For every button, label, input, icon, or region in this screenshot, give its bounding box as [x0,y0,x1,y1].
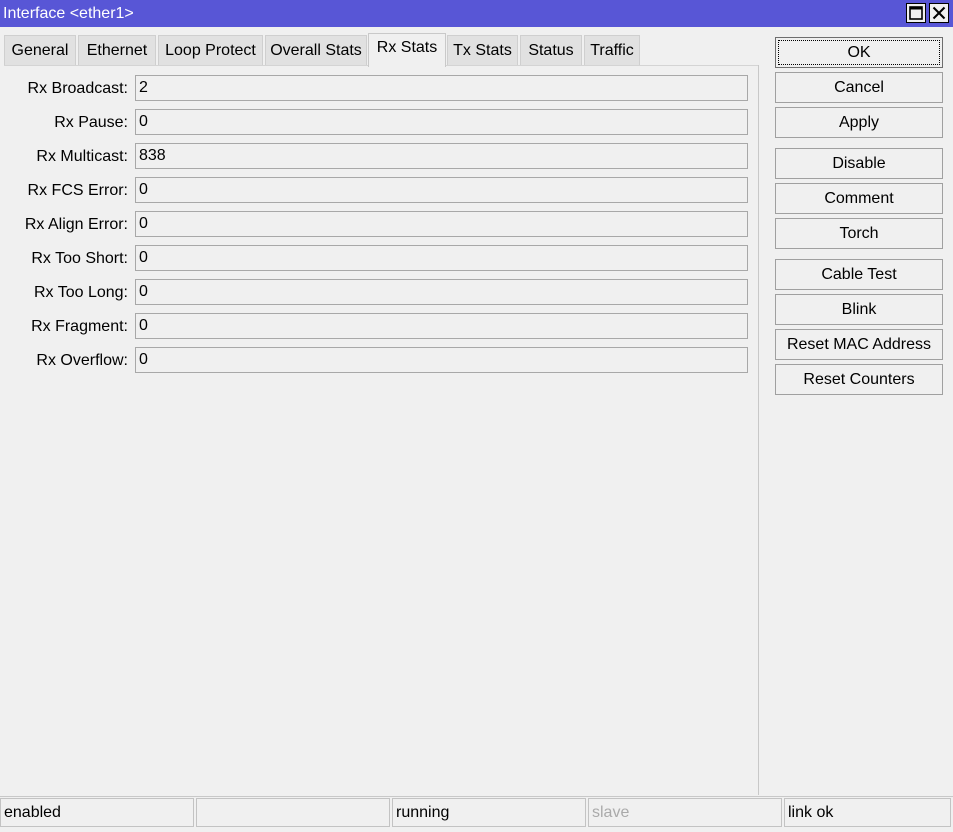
rx-fragment-field[interactable]: 0 [135,313,748,339]
status-slave: slave [588,798,782,827]
rx-pause-field[interactable]: 0 [135,109,748,135]
rx-pause-label: Rx Pause: [54,114,128,131]
status-enabled: enabled [0,798,194,827]
tab-ethernet[interactable]: Ethernet [78,35,156,65]
rx-too-long-field[interactable]: 0 [135,279,748,305]
rx-too-short-field[interactable]: 0 [135,245,748,271]
close-button[interactable] [929,3,949,23]
maximize-icon [909,6,923,20]
tab-overall-stats[interactable]: Overall Stats [265,35,367,65]
tab-general[interactable]: General [4,35,76,65]
status-link: link ok [784,798,951,827]
rx-align-error-label: Rx Align Error: [24,216,128,233]
rx-too-long-label: Rx Too Long: [34,284,128,301]
interface-window: Interface <ether1> General Ethernet Loop… [0,0,953,832]
status-running: running [392,798,586,827]
rx-overflow-field[interactable]: 0 [135,347,748,373]
rx-broadcast-field[interactable]: 2 [135,75,748,101]
cancel-button[interactable]: Cancel [775,72,943,103]
tab-rx-stats[interactable]: Rx Stats [368,33,446,67]
maximize-button[interactable] [906,3,926,23]
tab-loop-protect[interactable]: Loop Protect [158,35,263,65]
rx-fcs-error-label: Rx FCS Error: [27,182,128,199]
tab-traffic[interactable]: Traffic [584,35,640,65]
rx-multicast-field[interactable]: 838 [135,143,748,169]
reset-counters-button[interactable]: Reset Counters [775,364,943,395]
rx-overflow-label: Rx Overflow: [36,352,128,369]
tab-status[interactable]: Status [520,35,582,65]
rx-too-short-label: Rx Too Short: [31,250,128,267]
window-title: Interface <ether1> [3,5,134,22]
reset-mac-address-button[interactable]: Reset MAC Address [775,329,943,360]
blink-button[interactable]: Blink [775,294,943,325]
tab-tx-stats[interactable]: Tx Stats [447,35,518,65]
rx-multicast-label: Rx Multicast: [36,148,128,165]
disable-button[interactable]: Disable [775,148,943,179]
title-bar[interactable]: Interface <ether1> [0,0,953,27]
comment-button[interactable]: Comment [775,183,943,214]
ok-button[interactable]: OK [775,37,943,68]
status-empty [196,798,390,827]
rx-align-error-field[interactable]: 0 [135,211,748,237]
tab-panel-right-border [758,65,759,795]
rx-fragment-label: Rx Fragment: [31,318,128,335]
status-bar-divider [0,796,953,797]
apply-button[interactable]: Apply [775,107,943,138]
cable-test-button[interactable]: Cable Test [775,259,943,290]
rx-fcs-error-field[interactable]: 0 [135,177,748,203]
torch-button[interactable]: Torch [775,218,943,249]
close-icon [932,6,946,20]
rx-broadcast-label: Rx Broadcast: [27,80,128,97]
